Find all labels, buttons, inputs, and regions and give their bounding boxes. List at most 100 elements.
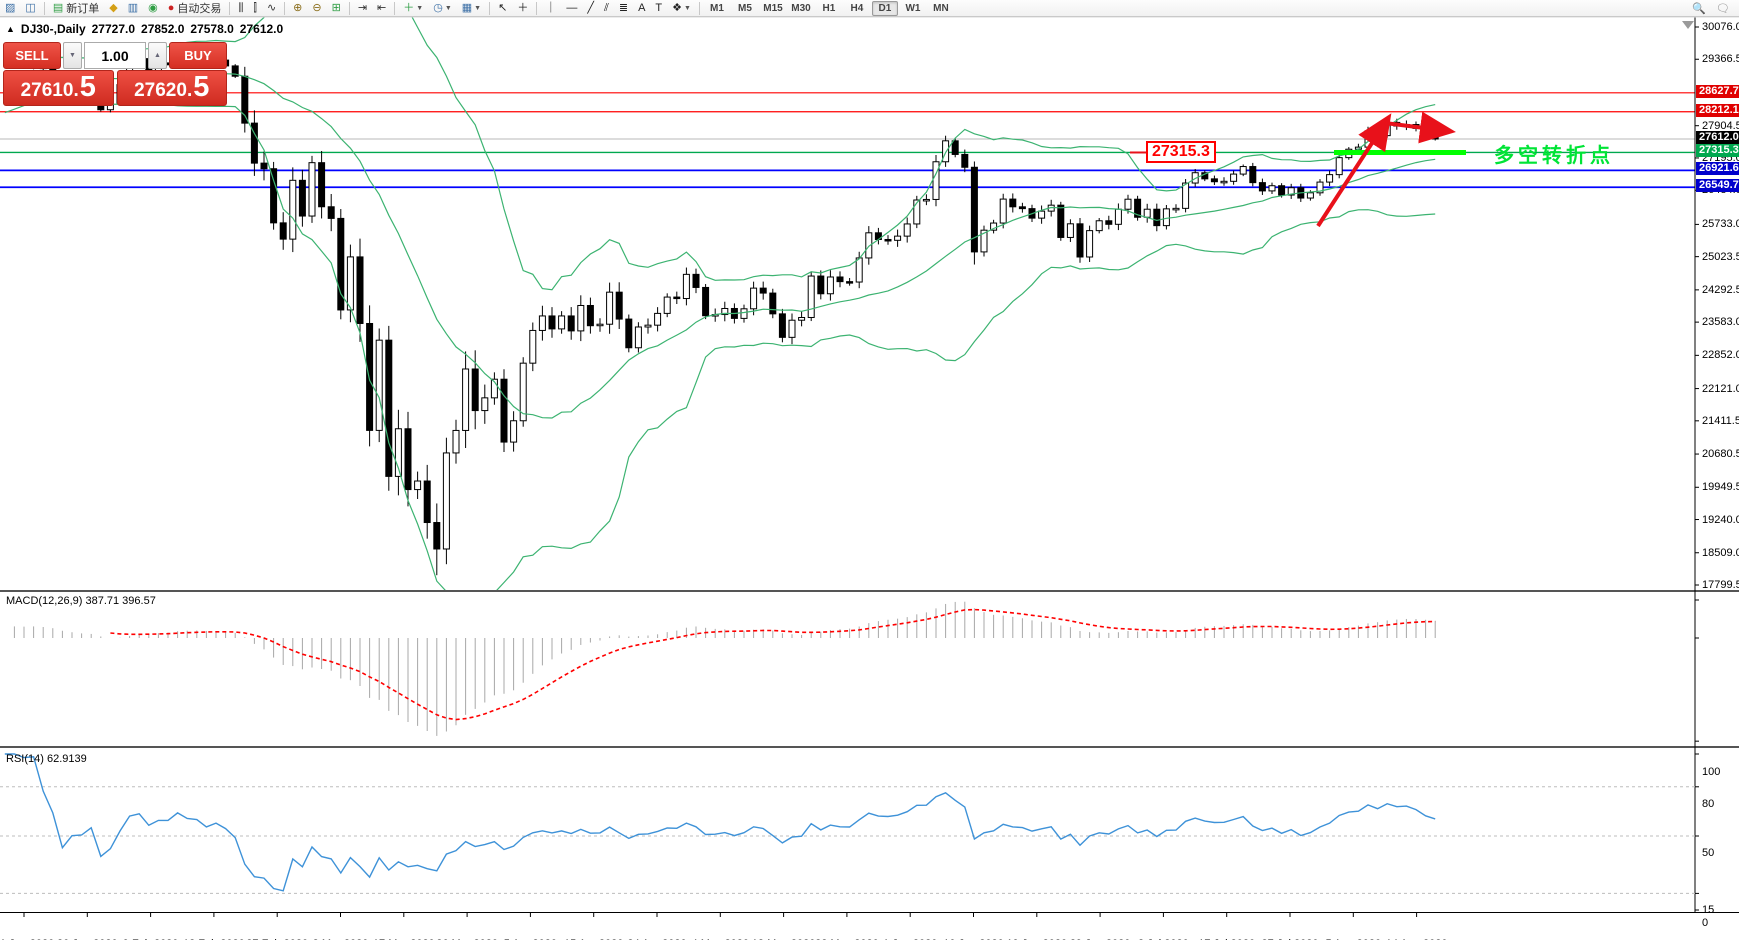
auto-scroll-icon-glyph: ⇥ (358, 2, 367, 15)
signals-icon-glyph: ◉ (148, 2, 158, 15)
metaeditor-icon[interactable]: ◆ (105, 1, 121, 16)
cursor-button[interactable]: ↖ (494, 1, 511, 16)
zoom-in-icon[interactable]: ⊕ (289, 1, 306, 16)
rsi-value: 62.9139 (47, 753, 87, 765)
timeframe-m30-button[interactable]: M30 (788, 1, 814, 16)
templates-button[interactable]: ▦▼ (458, 1, 485, 16)
macd-values: 387.71 396.57 (85, 595, 155, 607)
rsi-line (5, 754, 1435, 891)
expert-advisors-icon[interactable]: ▥ (124, 1, 142, 16)
signals-icon[interactable]: ◉ (144, 1, 162, 16)
price-tick-label: 30076.0 (1702, 21, 1739, 33)
toolbar-separator (394, 2, 395, 15)
panel-separators[interactable] (0, 17, 1739, 913)
indicators-glyph: ＋ (403, 2, 414, 15)
price-tick-label: 25733.0 (1702, 218, 1739, 230)
toolbar-separator (489, 2, 490, 15)
candlestick-chart-icon[interactable]: ⫿ (249, 1, 261, 16)
volume-input[interactable]: 1.00 (84, 42, 146, 69)
rsi-axis-label: 80 (1702, 798, 1714, 810)
search-icon[interactable]: 🔍 (1688, 1, 1710, 16)
price-tick-label: 24292.5 (1702, 284, 1739, 296)
price-tick-label: 21411.5 (1702, 415, 1739, 427)
price-tick-label: 29366.5 (1702, 53, 1739, 65)
new-chart-icon[interactable]: ▨ (1, 1, 19, 16)
price-tick-label: 18509.0 (1702, 547, 1739, 559)
toolbar-separator (44, 2, 45, 15)
trendline-button[interactable]: ╱ (583, 1, 598, 16)
timeframe-m15-button[interactable]: M15 (760, 1, 786, 16)
symbol-list-icon[interactable]: ▲ (6, 24, 15, 34)
periods-glyph: ◷ (433, 2, 443, 15)
sell-price-button[interactable]: 27610.5 (3, 70, 114, 106)
timeframe-m5-button[interactable]: M5 (732, 1, 758, 16)
chat-icon[interactable]: 🗨 (1712, 1, 1734, 16)
price-tick-label: 23583.0 (1702, 316, 1739, 328)
chevron-down-icon[interactable]: ▼ (416, 5, 423, 12)
profiles-icon[interactable]: ◫ (21, 1, 39, 16)
macd-histogram (14, 602, 1435, 736)
zoom-in-icon-glyph: ⊕ (293, 2, 302, 15)
chart-window[interactable]: ▲ DJ30-,Daily 27727.0 27852.0 27578.0 27… (0, 17, 1739, 940)
chart-plot[interactable] (0, 17, 1739, 940)
vertical-line-glyph: ｜ (545, 2, 556, 15)
bar-chart-icon-glyph: ⫼ (238, 2, 243, 15)
price-tick-label: 20680.5 (1702, 448, 1739, 460)
quote-close: 27612.0 (240, 22, 283, 36)
chart-title: ▲ DJ30-,Daily 27727.0 27852.0 27578.0 27… (6, 22, 283, 36)
trend-annotations (1130, 21, 1694, 226)
vertical-line-button[interactable]: ｜ (541, 1, 560, 16)
zoom-out-icon-glyph: ⊖ (312, 2, 321, 15)
chevron-down-icon[interactable]: ▼ (445, 5, 452, 12)
price-badge-27612.0: 27612.0 (1696, 131, 1739, 144)
timeframe-m1-button[interactable]: M1 (704, 1, 730, 16)
buy-price-button[interactable]: 27620.5 (117, 70, 228, 106)
price-tick-label: 17799.5 (1702, 579, 1739, 591)
pivot-annotation-text: 多空转折点 (1494, 139, 1614, 168)
auto-scroll-icon[interactable]: ⇥ (354, 1, 371, 16)
rsi-axis-label: 15 (1702, 904, 1714, 916)
new-order-button[interactable]: ▤新订单 (49, 1, 103, 16)
volume-increase-button[interactable]: ▲ (148, 42, 167, 69)
tile-windows-icon[interactable]: ⊞ (328, 1, 345, 16)
toolbar-separator (536, 2, 537, 15)
autotrading-button[interactable]: ●自动交易 (164, 1, 226, 16)
channel-button[interactable]: ⫽ (600, 1, 613, 16)
rsi-label: RSI(14) 62.9139 (6, 753, 87, 765)
price-tick-label: 22121.0 (1702, 383, 1739, 395)
arrows-button[interactable]: ❖▼ (668, 1, 695, 16)
fibonacci-button[interactable]: ≣ (615, 1, 632, 16)
timeframe-h4-button[interactable]: H4 (844, 1, 870, 16)
horizontal-line-button[interactable]: — (562, 1, 581, 16)
rsi-grid-lines (0, 787, 1695, 894)
chart-shift-icon[interactable]: ⇤ (373, 1, 390, 16)
sell-price-dot: . (73, 80, 78, 102)
buy-button[interactable]: BUY (169, 42, 227, 69)
timeframe-mn-button[interactable]: MN (928, 1, 954, 16)
line-chart-icon[interactable]: ∿ (263, 1, 280, 16)
text-label-button[interactable]: T (651, 1, 666, 16)
chart-shift-marker (1682, 21, 1694, 29)
quote-open: 27727.0 (92, 22, 135, 36)
indicators-button[interactable]: ＋▼ (399, 1, 427, 16)
crosshair-button[interactable]: ＋ (513, 1, 532, 16)
crosshair-glyph: ＋ (517, 2, 528, 15)
macd-signal-line (110, 610, 1435, 720)
text-button[interactable]: A (634, 1, 649, 16)
chevron-down-icon[interactable]: ▼ (474, 5, 481, 12)
volume-decrease-button[interactable]: ▼ (63, 42, 82, 69)
toolbar-separator (349, 2, 350, 15)
sell-button[interactable]: SELL (3, 42, 61, 69)
rsi-axis-label: 100 (1702, 766, 1720, 778)
sell-price-big-digit: 5 (80, 73, 96, 102)
timeframe-d1-button[interactable]: D1 (872, 1, 898, 16)
zoom-out-icon[interactable]: ⊖ (308, 1, 325, 16)
bar-chart-icon[interactable]: ⫼ (234, 1, 247, 16)
one-click-trading-panel: SELL ▼ 1.00 ▲ BUY 27610.5 27620.5 (3, 42, 227, 108)
buy-price-big-digit: 5 (193, 73, 209, 102)
timeframe-h1-button[interactable]: H1 (816, 1, 842, 16)
timeframe-w1-button[interactable]: W1 (900, 1, 926, 16)
periods-button[interactable]: ◷▼ (429, 1, 456, 16)
chevron-down-icon[interactable]: ▼ (684, 5, 691, 12)
metaeditor-icon-glyph: ◆ (109, 2, 117, 15)
